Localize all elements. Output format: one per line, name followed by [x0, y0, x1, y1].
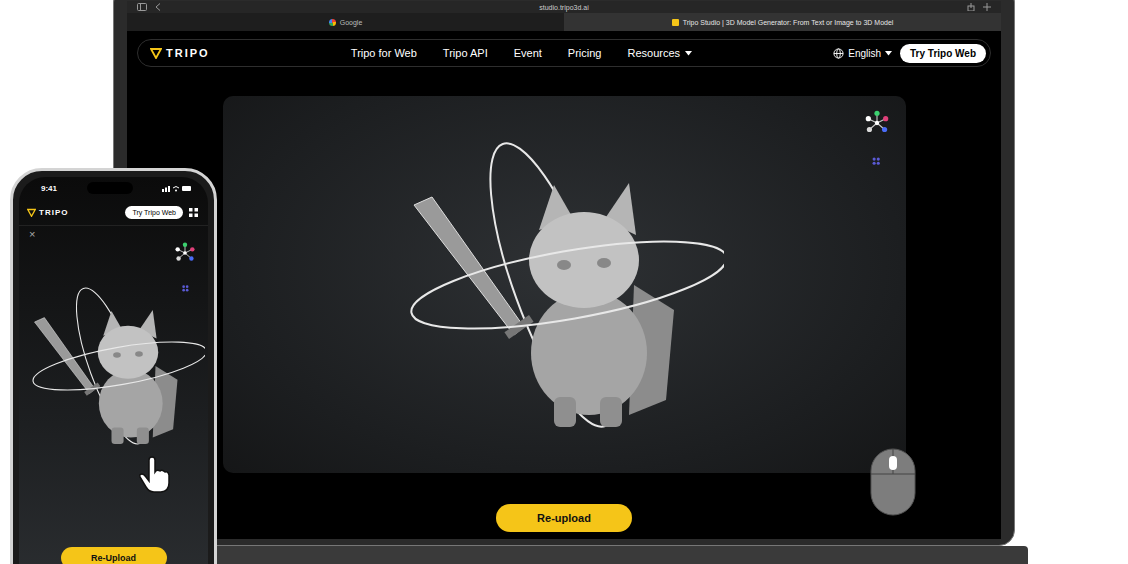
laptop-screen: studio.tripo3d.ai Google Tripo Studio | …	[127, 1, 1001, 539]
stage: studio.tripo3d.ai Google Tripo Studio | …	[0, 0, 1128, 564]
model-render[interactable]	[404, 135, 724, 435]
model-render[interactable]	[29, 282, 205, 450]
phone: 9:41 TRIPO Try Tripo Web × Re-Upload	[10, 168, 217, 564]
phone-nav: TRIPO Try Tripo Web	[19, 199, 208, 226]
globe-icon	[833, 48, 844, 59]
grid-dots-icon[interactable]	[181, 284, 190, 293]
sidebar-icon[interactable]	[137, 3, 147, 11]
try-web-button[interactable]: Try Tripo Web	[900, 44, 986, 63]
close-button[interactable]: ×	[19, 226, 208, 242]
favicon-icon	[329, 19, 336, 26]
phone-screen: 9:41 TRIPO Try Tripo Web × Re-Upload	[19, 177, 208, 564]
tab-bar: Google Tripo Studio | 3D Model Generator…	[127, 13, 1001, 31]
browser-tab[interactable]: Google	[127, 13, 564, 31]
site-nav: TRIPO Tripo for Web Tripo API Event Pricing…	[137, 39, 991, 67]
nav-link[interactable]: Event	[514, 47, 542, 59]
viewer-tools	[174, 242, 196, 293]
status-bar: 9:41	[19, 177, 208, 199]
language-select[interactable]: English	[833, 48, 892, 59]
browser-chrome: studio.tripo3d.ai Google Tripo Studio | …	[127, 1, 1001, 31]
signal-wifi-battery-icon	[162, 185, 192, 192]
nav-link[interactable]: Tripo API	[443, 47, 488, 59]
hand-pointer-icon	[137, 456, 173, 494]
menu-grid-icon[interactable]	[189, 208, 198, 217]
reupload-button[interactable]: Re-upload	[496, 504, 632, 532]
caret-down-icon	[885, 51, 892, 56]
nav-link[interactable]: Resources	[627, 47, 692, 59]
model-viewer[interactable]	[223, 96, 906, 473]
nav-link[interactable]: Pricing	[568, 47, 602, 59]
laptop-base	[100, 546, 1028, 564]
nav-link[interactable]: Tripo for Web	[351, 47, 417, 59]
share-icon[interactable]	[967, 3, 975, 11]
phone-model-viewer[interactable]	[19, 242, 208, 547]
new-tab-icon[interactable]	[983, 3, 991, 11]
back-icon[interactable]	[155, 3, 161, 11]
phone-logo[interactable]: TRIPO	[27, 208, 119, 217]
node-graph-icon[interactable]	[174, 242, 196, 264]
viewer-tools	[864, 110, 890, 166]
tripo-logo-icon	[27, 208, 36, 217]
grid-dots-icon[interactable]	[871, 156, 881, 166]
site-logo[interactable]: TRIPO	[150, 47, 210, 59]
web-page: TRIPO Tripo for Web Tripo API Event Pricing…	[127, 31, 1001, 539]
node-graph-icon[interactable]	[864, 110, 890, 136]
address-bar[interactable]: studio.tripo3d.ai	[169, 4, 959, 11]
browser-toolbar: studio.tripo3d.ai	[127, 1, 1001, 13]
mouse-icon	[870, 448, 916, 516]
phone-try-web-button[interactable]: Try Tripo Web	[125, 206, 183, 219]
phone-reupload-button[interactable]: Re-Upload	[61, 547, 167, 564]
dynamic-island	[87, 182, 133, 194]
browser-tab[interactable]: Tripo Studio | 3D Model Generator: From …	[564, 13, 1001, 31]
tripo-logo-icon	[150, 47, 162, 59]
nav-links: Tripo for Web Tripo API Event Pricing Resour…	[210, 47, 834, 59]
caret-down-icon	[685, 51, 692, 56]
favicon-icon	[672, 19, 679, 26]
